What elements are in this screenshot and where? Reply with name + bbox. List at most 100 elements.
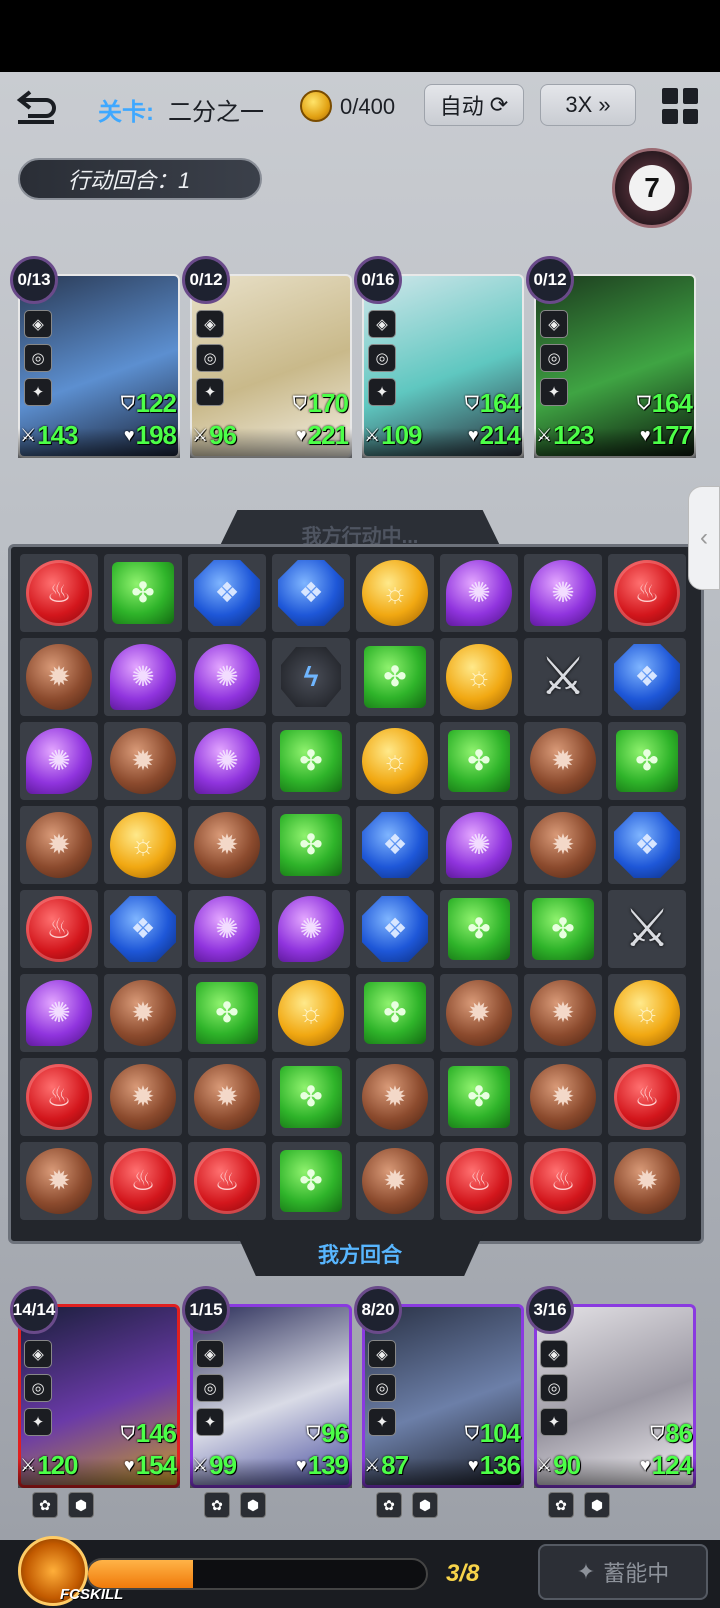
board-cell[interactable]: ✹ — [356, 1142, 434, 1220]
board-cell[interactable]: ❖ — [608, 638, 686, 716]
board-cell[interactable]: ♨ — [104, 1142, 182, 1220]
board-cell[interactable]: ✹ — [524, 806, 602, 884]
board-cell[interactable]: ☼ — [356, 554, 434, 632]
board-cell[interactable]: ✹ — [104, 1058, 182, 1136]
board-cell[interactable]: ✺ — [524, 554, 602, 632]
board-cell[interactable]: ☼ — [104, 806, 182, 884]
enemy-card[interactable]: ◈ ◎ ✦ 0/16 ⛉ 164 ⚔ 109 ♥ 214 — [354, 256, 524, 458]
board-cell[interactable]: ⚔ — [608, 890, 686, 968]
board-cell[interactable]: ⚔ — [524, 638, 602, 716]
back-button[interactable] — [14, 86, 60, 126]
enemy-card[interactable]: ◈ ◎ ✦ 0/13 ⛉ 122 ⚔ 143 ♥ 198 — [10, 256, 180, 458]
board-cell[interactable]: ✤ — [272, 722, 350, 800]
brown-gem-icon: ✹ — [110, 728, 176, 794]
fc-progress-fill — [88, 1560, 193, 1588]
board-cell[interactable]: ✺ — [272, 890, 350, 968]
board-cell[interactable]: ❖ — [104, 890, 182, 968]
board-cell[interactable]: ✤ — [440, 890, 518, 968]
cube-icon[interactable]: ⬢ — [412, 1492, 438, 1518]
magic-wand-icon: ✦ — [576, 1559, 596, 1584]
board-cell[interactable]: ✤ — [188, 974, 266, 1052]
board-cell[interactable]: ✺ — [440, 806, 518, 884]
board-cell[interactable]: ✹ — [104, 974, 182, 1052]
board-cell[interactable]: ♨ — [20, 1058, 98, 1136]
board-cell[interactable]: ✹ — [524, 722, 602, 800]
board-cell[interactable]: ♨ — [440, 1142, 518, 1220]
cube-icon[interactable]: ⬢ — [584, 1492, 610, 1518]
speed-button[interactable]: 3X » — [540, 84, 636, 126]
board-cell[interactable]: ✹ — [104, 722, 182, 800]
heart-icon: ♥ — [467, 425, 479, 445]
board-cell[interactable]: ♨ — [188, 1142, 266, 1220]
board-cell[interactable]: ❖ — [356, 890, 434, 968]
board-cell[interactable]: ✹ — [356, 1058, 434, 1136]
flower-icon[interactable]: ✿ — [204, 1492, 230, 1518]
ally-card[interactable]: ◈ ◎ ✦ 14/14 ⛉ 146 ⚔ 120 ♥ 154 — [10, 1286, 180, 1488]
board-cell[interactable]: ❖ — [272, 554, 350, 632]
board-cell[interactable]: ✹ — [20, 1142, 98, 1220]
board-cell[interactable]: ✹ — [440, 974, 518, 1052]
board-cell[interactable]: ✤ — [272, 1142, 350, 1220]
green-gem-icon: ✤ — [280, 814, 342, 876]
board-cell[interactable]: ✺ — [20, 722, 98, 800]
board-cell[interactable]: ✺ — [188, 722, 266, 800]
enemy-card[interactable]: ◈ ◎ ✦ 0/12 ⛉ 164 ⚔ 123 ♥ 177 — [526, 256, 696, 458]
green-gem-icon: ✤ — [448, 898, 510, 960]
board-cell[interactable]: ✤ — [524, 890, 602, 968]
board-cell[interactable]: ✺ — [188, 890, 266, 968]
board-cell[interactable]: ❖ — [608, 806, 686, 884]
board-cell[interactable]: ☼ — [440, 638, 518, 716]
side-panel-toggle[interactable]: ‹ — [688, 486, 720, 590]
sword-icon: ⚔ — [20, 1455, 36, 1475]
board-cell[interactable]: ✤ — [272, 1058, 350, 1136]
board-cell[interactable]: ✺ — [440, 554, 518, 632]
board-cell[interactable]: ✹ — [188, 1058, 266, 1136]
enemy-card[interactable]: ◈ ◎ ✦ 0/12 ⛉ 170 ⚔ 96 ♥ 221 — [182, 256, 352, 458]
board-cell[interactable]: ✹ — [20, 638, 98, 716]
board-cell[interactable]: ✹ — [608, 1142, 686, 1220]
ally-card[interactable]: ◈ ◎ ✦ 8/20 ⛉ 104 ⚔ 87 ♥ 136 — [354, 1286, 524, 1488]
board-cell[interactable]: ♨ — [20, 554, 98, 632]
cube-icon[interactable]: ⬢ — [240, 1492, 266, 1518]
enemy-eye-badge[interactable]: 7 — [612, 148, 692, 228]
cube-icon[interactable]: ⬢ — [68, 1492, 94, 1518]
board-cell[interactable]: ✹ — [20, 806, 98, 884]
flower-icon[interactable]: ✿ — [548, 1492, 574, 1518]
ally-card[interactable]: ◈ ◎ ✦ 1/15 ⛉ 96 ⚔ 99 ♥ 139 — [182, 1286, 352, 1488]
board-cell[interactable]: ✹ — [524, 1058, 602, 1136]
board-cell[interactable]: ✤ — [440, 722, 518, 800]
board-cell[interactable]: ✤ — [356, 974, 434, 1052]
ally-card[interactable]: ◈ ◎ ✦ 3/16 ⛉ 86 ⚔ 90 ♥ 124 — [526, 1286, 696, 1488]
menu-grid-button[interactable] — [660, 86, 700, 126]
board-cell[interactable]: ☼ — [608, 974, 686, 1052]
board-cell[interactable]: ♨ — [524, 1142, 602, 1220]
board-cell[interactable]: ✺ — [20, 974, 98, 1052]
skill-icons: ◈ ◎ ✦ — [540, 1340, 568, 1436]
brown-gem-icon: ✹ — [614, 1148, 680, 1214]
board-cell[interactable]: ✤ — [104, 554, 182, 632]
board-cell[interactable]: ✤ — [356, 638, 434, 716]
board-cell[interactable]: ♨ — [608, 554, 686, 632]
board-cell[interactable]: ✹ — [188, 806, 266, 884]
defense-stat: ⛉ 170 — [293, 388, 349, 418]
board-cell[interactable]: ❖ — [356, 806, 434, 884]
flower-icon[interactable]: ✿ — [376, 1492, 402, 1518]
board-cell[interactable]: ♨ — [608, 1058, 686, 1136]
board-cell[interactable]: ☼ — [272, 974, 350, 1052]
board-cell[interactable]: ✤ — [608, 722, 686, 800]
skill-icon: ◎ — [368, 1374, 396, 1402]
board-cell[interactable]: ✺ — [188, 638, 266, 716]
board-cell[interactable]: ✤ — [440, 1058, 518, 1136]
hp-stat: ♥ 221 — [295, 420, 349, 450]
board-cell[interactable]: ❖ — [188, 554, 266, 632]
flower-icon[interactable]: ✿ — [32, 1492, 58, 1518]
charge-button[interactable]: ✦ 蓄能中 — [538, 1544, 708, 1600]
board-cell[interactable]: ✹ — [524, 974, 602, 1052]
board-cell[interactable]: ♨ — [20, 890, 98, 968]
board-cell[interactable]: ✺ — [104, 638, 182, 716]
sword-icon: ⚔ — [192, 425, 208, 445]
board-cell[interactable]: ☼ — [356, 722, 434, 800]
board-cell[interactable]: ✤ — [272, 806, 350, 884]
board-cell[interactable]: ϟ — [272, 638, 350, 716]
auto-button[interactable]: 自动 ⟳ — [424, 84, 524, 126]
